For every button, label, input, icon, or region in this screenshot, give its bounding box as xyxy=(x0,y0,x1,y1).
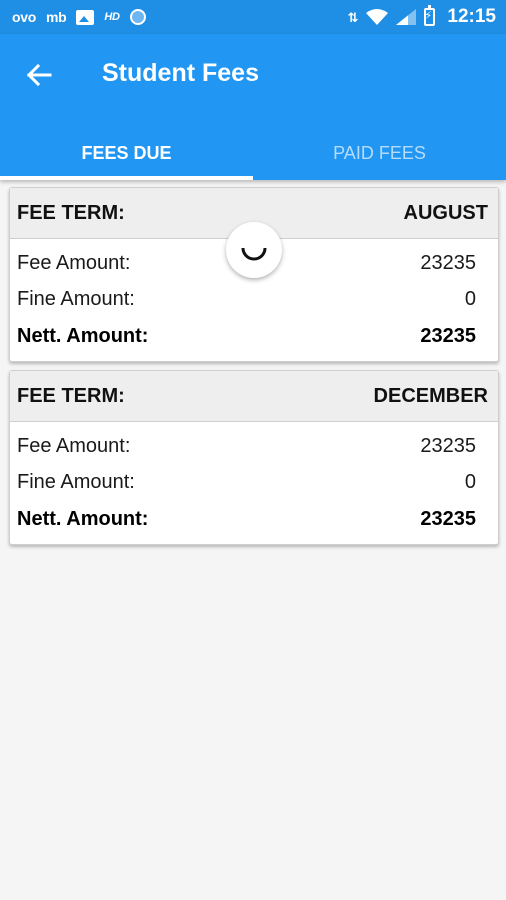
nett-amount-row: Nett. Amount: 23235 xyxy=(17,318,476,355)
status-time: 12:15 xyxy=(447,6,496,27)
refresh-spinner xyxy=(226,222,282,278)
tab-bar: FEES DUE PAID FEES xyxy=(0,126,506,180)
nett-amount-value: 23235 xyxy=(420,324,476,347)
fine-amount-value: 0 xyxy=(464,471,476,494)
fee-amount-label: Fee Amount: xyxy=(17,434,131,457)
signal-icon xyxy=(396,9,417,25)
status-ovo-label: ovo xyxy=(12,9,36,25)
status-bar: ovo mb HD ⇅ 12:15 xyxy=(0,0,506,34)
tab-paid-fees[interactable]: PAID FEES xyxy=(253,126,506,180)
wifi-icon xyxy=(366,9,389,25)
nett-amount-label: Nett. Amount: xyxy=(17,324,149,347)
fee-card-body: Fee Amount: 23235 Fine Amount: 0 Nett. A… xyxy=(10,422,498,544)
fee-amount-value: 23235 xyxy=(420,251,476,274)
battery-charging-icon xyxy=(424,5,436,26)
arrow-left-icon xyxy=(26,63,52,87)
status-bar-right: ⇅ 12:15 xyxy=(347,0,496,34)
fee-term-label: FEE TERM: xyxy=(17,201,125,224)
refresh-spinner-icon xyxy=(241,247,267,261)
fine-amount-label: Fine Amount: xyxy=(17,288,135,311)
status-bar-left: ovo mb HD xyxy=(12,0,146,34)
data-arrows-icon: ⇅ xyxy=(347,9,359,25)
tab-fees-due[interactable]: FEES DUE xyxy=(0,126,253,180)
fine-amount-value: 0 xyxy=(464,288,476,311)
fine-amount-label: Fine Amount: xyxy=(17,471,135,494)
fine-amount-row: Fine Amount: 0 xyxy=(17,465,476,502)
nett-amount-label: Nett. Amount: xyxy=(17,507,149,530)
fee-amount-row: Fee Amount: 23235 xyxy=(17,428,476,465)
circle-icon xyxy=(129,9,146,25)
back-button[interactable] xyxy=(18,54,60,96)
nett-amount-value: 23235 xyxy=(420,507,476,530)
fee-term-value: AUGUST xyxy=(403,201,488,224)
fine-amount-row: Fine Amount: 0 xyxy=(17,282,476,319)
page-title: Student Fees xyxy=(102,59,259,87)
status-mb-label: mb xyxy=(46,9,67,25)
fee-term-value: DECEMBER xyxy=(373,384,488,407)
fee-card-header: FEE TERM: DECEMBER xyxy=(10,371,498,422)
fee-card: FEE TERM: DECEMBER Fee Amount: 23235 Fin… xyxy=(9,370,499,545)
fee-amount-value: 23235 xyxy=(420,434,476,457)
image-icon xyxy=(76,9,95,25)
nett-amount-row: Nett. Amount: 23235 xyxy=(17,501,476,538)
app-bar: Student Fees FEES DUE PAID FEES xyxy=(0,34,506,180)
fee-term-label: FEE TERM: xyxy=(17,384,125,407)
fee-amount-label: Fee Amount: xyxy=(17,251,131,274)
status-hd-label: HD xyxy=(104,11,120,23)
